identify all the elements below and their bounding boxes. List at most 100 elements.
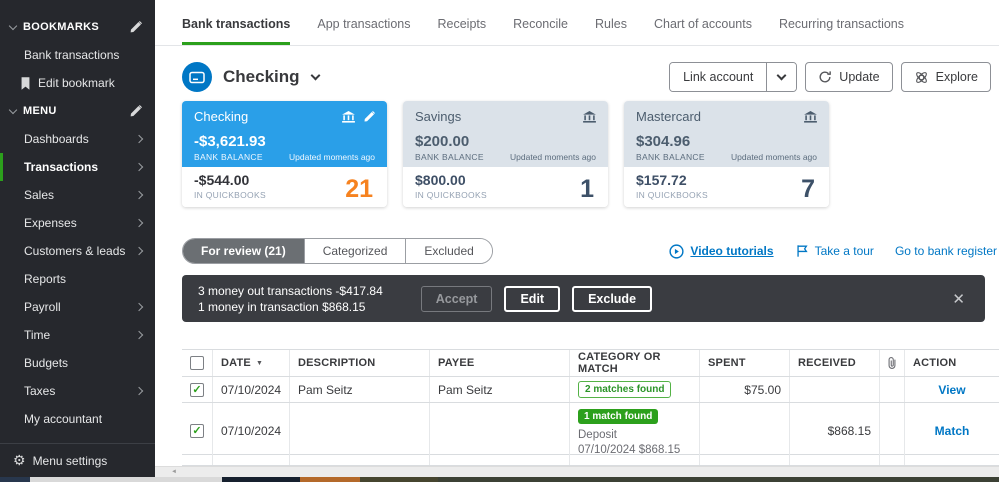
tab-categorized[interactable]: Categorized bbox=[304, 239, 406, 263]
transaction-count-badge: 1 bbox=[580, 175, 596, 204]
chevron-right-icon bbox=[135, 303, 143, 311]
account-dropdown-chevron-icon[interactable] bbox=[310, 71, 320, 81]
row-checkbox[interactable]: ✓ bbox=[190, 383, 204, 397]
in-quickbooks-label: IN QUICKBOOKS bbox=[194, 190, 266, 200]
tab-rules[interactable]: Rules bbox=[595, 17, 627, 45]
chevron-right-icon bbox=[135, 387, 143, 395]
view-action-link[interactable]: View bbox=[938, 383, 965, 397]
select-all-checkbox[interactable] bbox=[190, 356, 204, 370]
sidebar-item-label: Edit bookmark bbox=[38, 76, 115, 90]
cell-date: 07/10/2024 bbox=[213, 377, 290, 402]
sidebar-item-reports[interactable]: Reports bbox=[0, 265, 155, 293]
scroll-left-arrow-icon[interactable]: ◄ bbox=[171, 469, 177, 475]
tab-chart-of-accounts[interactable]: Chart of accounts bbox=[654, 17, 752, 45]
exclude-button[interactable]: Exclude bbox=[572, 286, 652, 312]
tab-bank-transactions[interactable]: Bank transactions bbox=[182, 17, 290, 45]
review-segmented-control: For review (21) Categorized Excluded bbox=[182, 238, 493, 264]
go-to-bank-register-link[interactable]: Go to bank register bbox=[895, 244, 997, 258]
sidebar-item-label: Customers & leads bbox=[24, 244, 125, 258]
bank-balance-amount: -$3,621.93 bbox=[194, 133, 375, 150]
col-spent: SPENT bbox=[700, 350, 790, 376]
sidebar-item-transactions[interactable]: Transactions bbox=[0, 153, 155, 181]
chevron-down-icon bbox=[9, 105, 17, 113]
col-received: RECEIVED bbox=[790, 350, 880, 376]
sidebar-item-label: Taxes bbox=[24, 384, 55, 398]
match-badge[interactable]: 1 match found bbox=[578, 409, 658, 424]
cell-description: Pam Seitz bbox=[290, 377, 430, 402]
bank-card-icon bbox=[189, 71, 205, 84]
video-tutorials-link[interactable]: Video tutorials bbox=[669, 244, 773, 259]
table-row[interactable]: ✓ 07/10/2024 1 match found Deposit 07/10… bbox=[182, 403, 999, 455]
cell-date: 07/10/2024 bbox=[213, 403, 290, 458]
sidebar-item-taxes[interactable]: Taxes bbox=[0, 377, 155, 405]
match-action-link[interactable]: Match bbox=[935, 424, 970, 438]
horizontal-scrollbar[interactable]: ◄ bbox=[155, 466, 999, 477]
link-account-dropdown-button[interactable] bbox=[766, 63, 796, 91]
col-description: DESCRIPTION bbox=[290, 350, 430, 376]
tab-reconcile[interactable]: Reconcile bbox=[513, 17, 568, 45]
col-date[interactable]: DATE bbox=[221, 357, 251, 369]
cell-description bbox=[290, 403, 430, 458]
sidebar-item-bank-transactions[interactable]: Bank transactions bbox=[0, 41, 155, 69]
refresh-icon bbox=[818, 70, 832, 84]
tab-receipts[interactable]: Receipts bbox=[437, 17, 486, 45]
account-card-mastercard[interactable]: Mastercard $304.96 BANK BALANCE Updated … bbox=[624, 101, 829, 207]
cell-payee bbox=[430, 403, 570, 458]
menu-section-header[interactable]: MENU bbox=[0, 97, 155, 125]
close-icon[interactable]: ✕ bbox=[946, 286, 971, 312]
sidebar-item-label: Payroll bbox=[24, 300, 61, 314]
bank-icon bbox=[342, 111, 355, 123]
quickbooks-app: BOOKMARKS Bank transactions Edit bookmar… bbox=[0, 0, 999, 482]
sidebar-item-label: My accountant bbox=[24, 412, 102, 426]
account-card-checking[interactable]: Checking -$3,621.93 BANK BALANCE Updated… bbox=[182, 101, 387, 207]
edit-bookmarks-pencil-icon[interactable] bbox=[129, 21, 142, 34]
account-name: Checking bbox=[223, 67, 300, 87]
account-header-row: Checking Link account Update E bbox=[182, 61, 991, 93]
menu-header-label: MENU bbox=[23, 105, 57, 117]
bookmarks-section-header[interactable]: BOOKMARKS bbox=[0, 13, 155, 41]
sidebar-item-budgets[interactable]: Budgets bbox=[0, 349, 155, 377]
chevron-right-icon bbox=[135, 219, 143, 227]
tab-for-review[interactable]: For review (21) bbox=[183, 239, 304, 263]
explore-button[interactable]: Explore bbox=[901, 62, 991, 92]
quickbooks-balance-amount: $157.72 bbox=[636, 172, 708, 188]
updated-status: Updated moments ago bbox=[731, 152, 817, 162]
tab-app-transactions[interactable]: App transactions bbox=[317, 17, 410, 45]
sidebar-item-label: Bank transactions bbox=[24, 48, 119, 62]
sidebar-item-edit-bookmark[interactable]: Edit bookmark bbox=[0, 69, 155, 97]
menu-settings-button[interactable]: ⚙ Menu settings bbox=[0, 444, 155, 477]
row-checkbox[interactable]: ✓ bbox=[190, 424, 204, 438]
banner-line1: 3 money out transactions -$417.84 bbox=[198, 283, 383, 299]
edit-menu-pencil-icon[interactable] bbox=[129, 105, 142, 118]
chevron-right-icon bbox=[135, 331, 143, 339]
tab-excluded[interactable]: Excluded bbox=[405, 239, 491, 263]
sidebar-item-customers-leads[interactable]: Customers & leads bbox=[0, 237, 155, 265]
sidebar-item-payroll[interactable]: Payroll bbox=[0, 293, 155, 321]
take-a-tour-link[interactable]: Take a tour bbox=[795, 244, 874, 258]
cell-received: $868.15 bbox=[790, 403, 880, 458]
link-account-button[interactable]: Link account bbox=[670, 63, 766, 91]
sidebar-item-dashboards[interactable]: Dashboards bbox=[0, 125, 155, 153]
table-row[interactable]: ✓ 07/10/2024 Pam Seitz Pam Seitz 2 match… bbox=[182, 377, 999, 403]
bank-balance-amount: $200.00 bbox=[415, 133, 596, 150]
sidebar-item-time[interactable]: Time bbox=[0, 321, 155, 349]
filter-row: For review (21) Categorized Excluded Vid… bbox=[182, 238, 999, 264]
sidebar: BOOKMARKS Bank transactions Edit bookmar… bbox=[0, 0, 155, 477]
tab-recurring-transactions[interactable]: Recurring transactions bbox=[779, 17, 904, 45]
chevron-right-icon bbox=[135, 191, 143, 199]
update-button[interactable]: Update bbox=[805, 62, 892, 92]
sidebar-item-expenses[interactable]: Expenses bbox=[0, 209, 155, 237]
pencil-icon[interactable] bbox=[363, 111, 375, 123]
match-badge[interactable]: 2 matches found bbox=[578, 381, 671, 398]
cell-spent: $75.00 bbox=[700, 377, 790, 402]
updated-status: Updated moments ago bbox=[510, 152, 596, 162]
account-card-savings[interactable]: Savings $200.00 BANK BALANCE Updated mom… bbox=[403, 101, 608, 207]
sidebar-item-label: Expenses bbox=[24, 216, 77, 230]
sort-desc-icon[interactable]: ▼ bbox=[256, 360, 263, 367]
in-quickbooks-label: IN QUICKBOOKS bbox=[636, 190, 708, 200]
sidebar-item-my-accountant[interactable]: My accountant bbox=[0, 405, 155, 433]
edit-button[interactable]: Edit bbox=[504, 286, 560, 312]
sidebar-item-sales[interactable]: Sales bbox=[0, 181, 155, 209]
sidebar-item-label: Sales bbox=[24, 188, 54, 202]
accept-button[interactable]: Accept bbox=[421, 286, 493, 312]
